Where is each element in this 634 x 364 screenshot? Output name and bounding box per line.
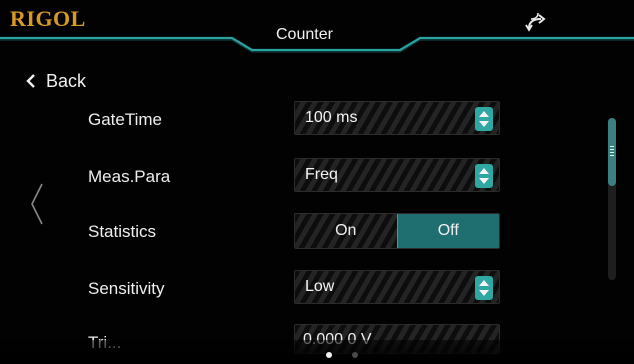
meas-para-value: Freq — [305, 166, 338, 183]
statistics-off-option[interactable]: Off — [396, 214, 499, 248]
gate-time-value: 100 ms — [305, 109, 358, 126]
bottom-dock — [0, 340, 634, 364]
gate-time-select[interactable]: 100 ms — [294, 101, 500, 135]
up-down-arrows-icon[interactable] — [475, 276, 493, 300]
page-dot-active[interactable] — [326, 352, 332, 358]
sensitivity-label: Sensitivity — [88, 279, 165, 298]
page-dot-inactive[interactable] — [352, 352, 358, 358]
back-label: Back — [46, 70, 87, 91]
prev-page-chevron-icon[interactable] — [28, 182, 46, 226]
sensitivity-value: Low — [305, 278, 335, 295]
chevron-left-icon — [26, 74, 35, 88]
page-title: Counter — [276, 26, 333, 43]
meas-para-label: Meas.Para — [88, 167, 171, 186]
statistics-on-option[interactable]: On — [295, 214, 397, 248]
page-indicator — [326, 352, 358, 358]
gate-time-label: GateTime — [88, 110, 163, 129]
meas-para-select[interactable]: Freq — [294, 158, 500, 192]
back-button[interactable]: Back — [22, 68, 86, 94]
statistics-label: Statistics — [88, 222, 157, 241]
up-down-arrows-icon[interactable] — [475, 164, 493, 188]
brand-logo: RIGOL — [10, 6, 86, 31]
sync-arrows-icon[interactable] — [520, 8, 550, 34]
scrollbar[interactable] — [608, 118, 616, 280]
up-down-arrows-icon[interactable] — [475, 107, 493, 131]
title-bar: RIGOL Counter — [0, 0, 634, 56]
grip-icon — [610, 146, 614, 156]
statistics-toggle: On Off — [294, 213, 500, 249]
counter-screen: RIGOL Counter Back GateTime 100 ms Meas.… — [0, 0, 634, 364]
sensitivity-select[interactable]: Low — [294, 270, 500, 304]
scrollbar-thumb[interactable] — [608, 118, 616, 186]
